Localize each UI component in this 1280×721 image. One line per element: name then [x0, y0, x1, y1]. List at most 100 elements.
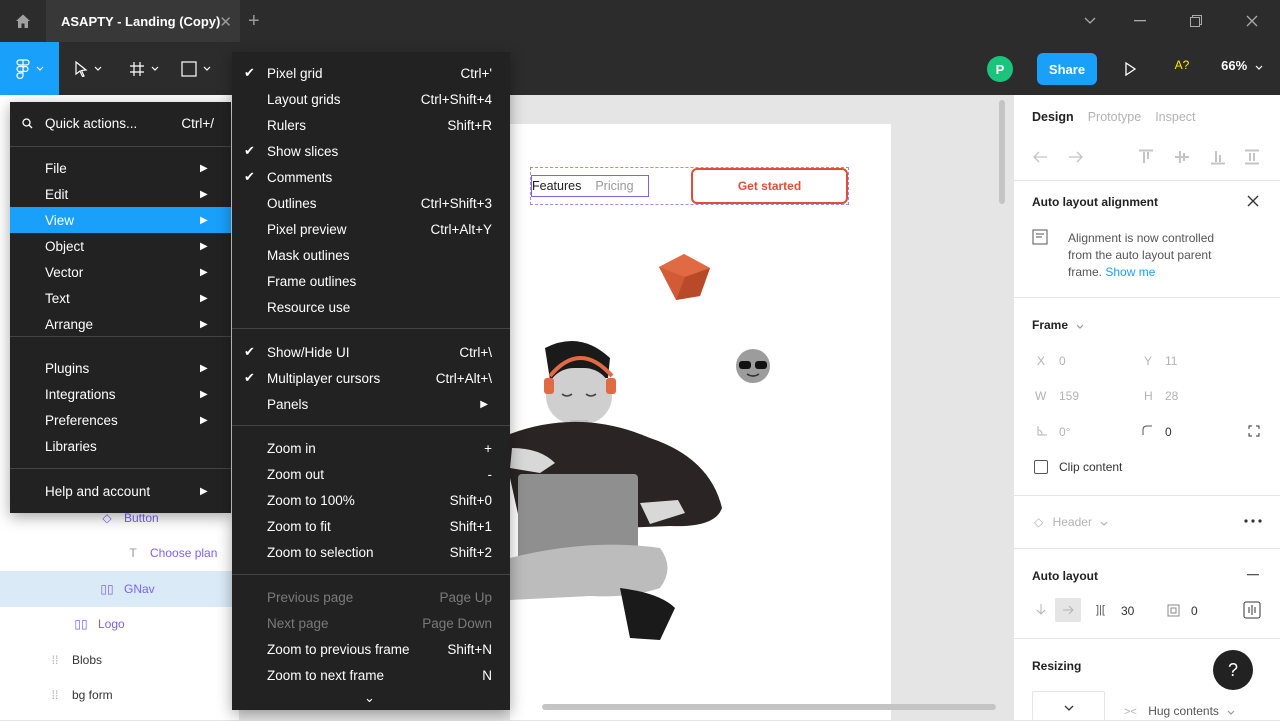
spacing-input[interactable]: 30	[1121, 604, 1134, 618]
main-menu-button[interactable]	[0, 42, 59, 95]
nav-link-features[interactable]: Features	[532, 179, 589, 193]
nav-link-pricing[interactable]: Pricing	[589, 179, 641, 193]
view-menu-item-zoom-to-previous-frame[interactable]: Zoom to previous frame Shift+N	[232, 636, 510, 662]
main-menu-item-text[interactable]: Text ▶	[10, 285, 231, 311]
independent-corners-icon[interactable]	[1248, 425, 1260, 437]
divider	[1014, 638, 1280, 639]
present-button[interactable]	[1117, 56, 1143, 82]
view-menu-item-pixel-grid[interactable]: ✔ Pixel grid Ctrl+'	[232, 60, 510, 86]
close-window-button[interactable]	[1224, 0, 1280, 42]
clip-content-checkbox[interactable]	[1034, 460, 1048, 474]
show-me-link[interactable]: Show me	[1105, 265, 1155, 279]
submenu-arrow-icon: ▶	[200, 266, 208, 278]
view-menu-item-resource-use[interactable]: Resource use	[232, 294, 510, 320]
arrow-left-icon[interactable]	[1032, 150, 1048, 164]
close-tab-icon[interactable]: ✕	[219, 13, 232, 31]
layer-row[interactable]: ⁞⁞ Blobs	[0, 642, 240, 678]
horizontal-scrollbar[interactable]	[542, 704, 996, 710]
minimize-icon	[1134, 20, 1146, 22]
resizing-preview[interactable]	[1032, 691, 1105, 721]
main-menu-item-plugins[interactable]: Plugins ▶	[10, 355, 231, 381]
shape-tool-button[interactable]	[172, 42, 220, 95]
layer-row-selected[interactable]: ▯▯ GNav	[0, 571, 240, 607]
scroll-more-icon[interactable]: ⌄	[364, 690, 375, 706]
view-menu-item-frame-outlines[interactable]: Frame outlines	[232, 268, 510, 294]
alignment-settings-icon[interactable]	[1243, 601, 1261, 619]
main-menu-item-arrange[interactable]: Arrange ▶	[10, 311, 231, 337]
submenu-arrow-icon: ▶	[200, 485, 208, 497]
share-button[interactable]: Share	[1037, 53, 1097, 85]
remove-auto-layout-icon[interactable]	[1247, 574, 1259, 576]
align-bottom-icon[interactable]	[1210, 149, 1226, 165]
arrow-right-icon[interactable]	[1068, 150, 1084, 164]
move-tool-button[interactable]	[64, 42, 112, 95]
hug-contents-select[interactable]: >< Hug contents	[1124, 704, 1235, 718]
missing-fonts-button[interactable]: A?	[1166, 58, 1198, 72]
frame-section-title[interactable]: Frame	[1032, 318, 1084, 332]
layer-row[interactable]: T Choose plan	[0, 535, 240, 571]
corner-radius-input[interactable]: 0	[1165, 425, 1172, 439]
view-menu-item-zoom-to-100[interactable]: Zoom to 100% Shift+0	[232, 487, 510, 513]
zoom-dropdown[interactable]: 66%	[1212, 58, 1272, 73]
layer-row[interactable]: ⁞⁞ bg form	[0, 677, 240, 713]
view-menu-item-zoom-out[interactable]: Zoom out -	[232, 461, 510, 487]
help-button[interactable]: ?	[1213, 650, 1253, 690]
user-avatar[interactable]: P	[987, 56, 1013, 82]
restore-button[interactable]	[1168, 0, 1224, 42]
vertical-scrollbar[interactable]	[999, 100, 1005, 204]
rotation-input[interactable]: 0°	[1059, 425, 1070, 439]
tab-prototype[interactable]: Prototype	[1088, 110, 1142, 124]
padding-input[interactable]: 0	[1191, 604, 1198, 618]
distribute-vertical-icon[interactable]	[1244, 149, 1260, 165]
main-menu-item-libraries[interactable]: Libraries	[10, 433, 231, 459]
view-menu-item-show-slices[interactable]: ✔ Show slices	[232, 138, 510, 164]
main-menu-item-file[interactable]: File ▶	[10, 155, 231, 181]
view-menu-item-multiplayer-cursors[interactable]: ✔ Multiplayer cursors Ctrl+Alt+\	[232, 365, 510, 391]
view-menu-item-show-hide-ui[interactable]: ✔ Show/Hide UI Ctrl+\	[232, 339, 510, 365]
menu-item-label: View	[45, 212, 75, 228]
nav-links-group[interactable]: Features Pricing	[531, 175, 649, 197]
layer-row[interactable]: ▯▯ Logo	[0, 606, 240, 642]
menu-item-label: Zoom to previous frame	[267, 641, 410, 657]
h-input[interactable]: 28	[1165, 389, 1178, 403]
view-menu-item-rulers[interactable]: Rulers Shift+R	[232, 112, 510, 138]
view-menu-item-zoom-to-next-frame[interactable]: Zoom to next frame N	[232, 662, 510, 688]
view-menu-item-outlines[interactable]: Outlines Ctrl+Shift+3	[232, 190, 510, 216]
align-vertical-center-icon[interactable]	[1174, 149, 1190, 165]
view-menu-item-layout-grids[interactable]: Layout grids Ctrl+Shift+4	[232, 86, 510, 112]
home-button[interactable]	[0, 0, 46, 42]
view-menu-item-zoom-to-fit[interactable]: Zoom to fit Shift+1	[232, 513, 510, 539]
main-menu-item-integrations[interactable]: Integrations ▶	[10, 381, 231, 407]
minimize-button[interactable]	[1112, 0, 1168, 42]
new-tab-button[interactable]: +	[248, 10, 260, 33]
tab-inspect[interactable]: Inspect	[1155, 110, 1195, 124]
get-started-button[interactable]: Get started	[691, 168, 848, 204]
more-options-icon[interactable]	[1244, 519, 1262, 523]
view-menu-item-zoom-to-selection[interactable]: Zoom to selection Shift+2	[232, 539, 510, 565]
close-icon[interactable]	[1247, 195, 1259, 207]
main-menu-item-view[interactable]: View ▶	[10, 207, 231, 233]
view-menu-item-pixel-preview[interactable]: Pixel preview Ctrl+Alt+Y	[232, 216, 510, 242]
view-menu-item-zoom-in[interactable]: Zoom in +	[232, 435, 510, 461]
component-selector[interactable]: ◇ Header	[1034, 515, 1108, 529]
horizontal-direction-button[interactable]	[1055, 598, 1081, 622]
quick-actions-item[interactable]: Quick actions... Ctrl+/	[10, 110, 231, 136]
tabs-dropdown-button[interactable]	[1062, 0, 1118, 42]
y-input[interactable]: 11	[1165, 354, 1177, 368]
main-menu-item-preferences[interactable]: Preferences ▶	[10, 407, 231, 433]
main-menu-item-edit[interactable]: Edit ▶	[10, 181, 231, 207]
main-menu-item-object[interactable]: Object ▶	[10, 233, 231, 259]
file-tab[interactable]: ASAPTY - Landing (Copy) ✕	[46, 0, 240, 42]
main-menu-item-vector[interactable]: Vector ▶	[10, 259, 231, 285]
arrow-down-icon[interactable]	[1036, 603, 1046, 615]
view-menu-item-panels[interactable]: Panels ▶	[232, 391, 510, 417]
x-input[interactable]: 0	[1059, 354, 1066, 368]
align-top-icon[interactable]	[1138, 149, 1154, 165]
view-menu-item-mask-outlines[interactable]: Mask outlines	[232, 242, 510, 268]
frame-tool-button[interactable]	[120, 42, 168, 95]
w-input[interactable]: 159	[1059, 389, 1079, 403]
main-menu-item-help-and-account[interactable]: Help and account ▶	[10, 478, 231, 504]
tab-design[interactable]: Design	[1032, 110, 1074, 124]
view-menu-item-comments[interactable]: ✔ Comments	[232, 164, 510, 190]
menu-item-shortcut: Shift+0	[449, 492, 492, 508]
